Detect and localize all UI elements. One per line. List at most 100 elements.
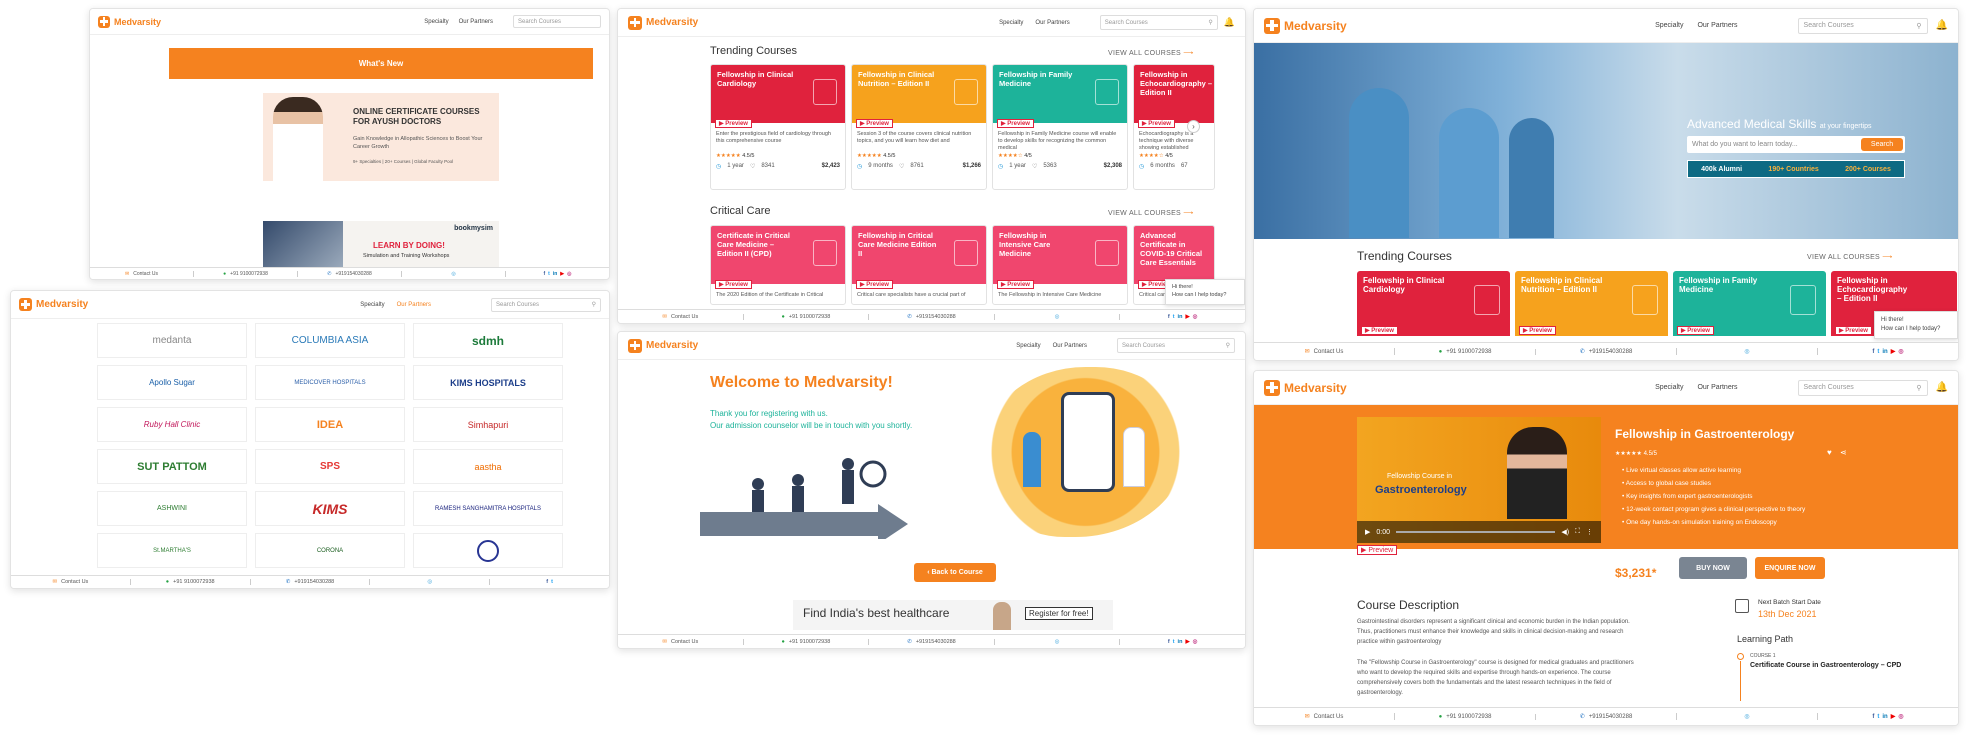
preview-badge[interactable]: ▶ Preview	[715, 119, 752, 128]
footer-contact[interactable]: ✉ Contact Us	[618, 638, 744, 645]
preview-badge[interactable]: ▶ Preview	[715, 280, 752, 289]
nav-partners[interactable]: Our Partners	[1035, 20, 1069, 26]
footer-whatsapp[interactable]: ● +91 9100072938	[744, 638, 870, 645]
partner-logo[interactable]: CORONA	[255, 533, 405, 568]
partner-logo[interactable]: KIMS	[255, 491, 405, 526]
footer-phone[interactable]: ✆ +919154030288	[869, 638, 995, 645]
twitter-icon[interactable]: t	[1877, 349, 1879, 355]
volume-icon[interactable]: ◀)	[1561, 528, 1569, 536]
course-card[interactable]: Fellowship in Clinical Cardiology ▶ Previ…	[1357, 271, 1510, 341]
search-icon[interactable]: ⚲	[1916, 22, 1921, 30]
search-input[interactable]: Search Courses	[513, 15, 601, 28]
partner-logo[interactable]: Simhapuri	[413, 407, 563, 442]
nav-specialty[interactable]: Specialty	[1655, 384, 1683, 391]
twitter-icon[interactable]: t	[1173, 314, 1175, 320]
search-icon[interactable]: ⚲	[1916, 384, 1921, 392]
logo[interactable]: Medvarsity	[98, 15, 161, 28]
hero-search-button[interactable]: Search	[1861, 138, 1903, 151]
logo[interactable]: Medvarsity	[628, 338, 698, 353]
logo[interactable]: Medvarsity	[19, 298, 88, 311]
search-input[interactable]: Search Courses ⚲	[1099, 15, 1218, 30]
course-card[interactable]: Fellowship in Intensive Care Medicine ▶ P…	[992, 225, 1128, 305]
view-all-trending[interactable]: VIEW ALL COURSES ⟶	[1108, 49, 1194, 57]
twitter-icon[interactable]: t	[551, 579, 553, 585]
footer-whatsapp[interactable]: ● +91 9100072938	[744, 313, 870, 320]
linkedin-icon[interactable]: in	[1178, 314, 1183, 320]
footer-contact[interactable]: ✉ Contact Us	[1254, 713, 1395, 720]
footer-contact[interactable]: ✉ Contact Us	[90, 270, 194, 277]
facebook-icon[interactable]: f	[1168, 314, 1170, 320]
footer-contact[interactable]: ✉ Contact Us	[11, 579, 131, 585]
logo[interactable]: Medvarsity	[1264, 379, 1347, 396]
youtube-icon[interactable]: ▶	[1891, 348, 1896, 355]
view-all-critical[interactable]: VIEW ALL COURSES ⟶	[1108, 209, 1194, 217]
footer-contact[interactable]: ✉ Contact Us	[1254, 348, 1395, 355]
nav-specialty[interactable]: Specialty	[360, 302, 384, 308]
facebook-icon[interactable]: f	[1872, 349, 1874, 355]
nav-specialty[interactable]: Specialty	[424, 19, 448, 25]
partner-logo[interactable]: aastha	[413, 449, 563, 484]
partner-logo[interactable]: SUT PATTOM	[97, 449, 247, 484]
back-to-course-button[interactable]: ‹ Back to Course	[914, 563, 996, 582]
hero-search[interactable]: What do you want to learn today... Searc…	[1687, 136, 1905, 153]
preview-badge[interactable]: ▶ Preview	[997, 280, 1034, 289]
nav-partners[interactable]: Our Partners	[1697, 22, 1737, 29]
preview-badge[interactable]: ▶ Preview	[1677, 326, 1714, 335]
partner-logo[interactable]: ASHWINI	[97, 491, 247, 526]
footer-phone[interactable]: ✆ +919154030288	[298, 270, 402, 277]
footer-whatsapp[interactable]: ● +91 9100072938	[1395, 713, 1536, 720]
nav-partners[interactable]: Our Partners	[459, 19, 493, 25]
linkedin-icon[interactable]: in	[553, 271, 557, 277]
logo[interactable]: Medvarsity	[1264, 17, 1347, 34]
footer-web[interactable]: ◎	[1677, 713, 1818, 720]
course-card[interactable]: Fellowship in Clinical Nutrition – Editi…	[1515, 271, 1668, 341]
enquire-now-button[interactable]: ENQUIRE NOW	[1755, 557, 1825, 579]
ayush-banner[interactable]: ONLINE CERTIFICATE COURSES FOR AYUSH DOC…	[263, 93, 499, 181]
partner-logo[interactable]: Ruby Hall Clinic	[97, 407, 247, 442]
bell-icon[interactable]: 🔔	[1936, 20, 1948, 31]
nav-specialty[interactable]: Specialty	[1016, 343, 1040, 349]
partner-logo[interactable]: COLUMBIA ASIA	[255, 323, 405, 358]
footer-web[interactable]: ◎	[402, 270, 506, 277]
partner-logo[interactable]: IDEA	[255, 407, 405, 442]
fullscreen-icon[interactable]: ⛶	[1575, 528, 1580, 536]
footer-web[interactable]: ◎	[995, 313, 1121, 320]
heart-icon[interactable]: ♥	[1827, 448, 1832, 457]
partner-logo[interactable]: Apollo Sugar	[97, 365, 247, 400]
instagram-icon[interactable]: ◎	[1898, 348, 1903, 355]
nav-partners[interactable]: Our Partners	[397, 302, 431, 308]
partner-logo[interactable]: SPS	[255, 449, 405, 484]
logo[interactable]: Medvarsity	[628, 15, 698, 30]
preview-badge[interactable]: ▶ Preview	[1361, 326, 1398, 335]
footer-phone[interactable]: ✆ +919154030288	[251, 579, 371, 585]
search-icon[interactable]: ⚲	[592, 301, 596, 308]
nav-specialty[interactable]: Specialty	[999, 20, 1023, 26]
course-video[interactable]: Fellowship Course in Gastroenterology ▶ 0…	[1357, 417, 1601, 543]
footer-phone[interactable]: ✆ +919154030288	[1536, 348, 1677, 355]
partner-logo[interactable]: St.MARTHA'S	[97, 533, 247, 568]
video-controls[interactable]: ▶ 0:00 ◀) ⛶ ⋮	[1357, 521, 1601, 543]
nav-partners[interactable]: Our Partners	[1053, 343, 1087, 349]
preview-badge[interactable]: ▶ Preview	[856, 280, 893, 289]
carousel-next-button[interactable]: ›	[1187, 120, 1200, 133]
footer-web[interactable]: ◎	[1677, 348, 1818, 355]
youtube-icon[interactable]: ▶	[1891, 713, 1896, 720]
course-card[interactable]: Fellowship in Echocardiography – Edition…	[1133, 64, 1215, 190]
footer-contact[interactable]: ✉ Contact Us	[618, 313, 744, 320]
instagram-icon[interactable]: ◎	[1193, 314, 1198, 320]
nav-specialty[interactable]: Specialty	[1655, 22, 1683, 29]
partner-logo[interactable]: medanta	[97, 323, 247, 358]
twitter-icon[interactable]: t	[1173, 639, 1175, 645]
course-card[interactable]: Fellowship in Family Medicine ▶ Preview F…	[992, 64, 1128, 190]
share-icon[interactable]: ⋖	[1840, 448, 1847, 457]
course-card[interactable]: Fellowship in Family Medicine ▶ Preview	[1673, 271, 1826, 341]
progress-bar[interactable]	[1396, 531, 1556, 533]
bell-icon[interactable]: 🔔	[1224, 17, 1235, 28]
course-card[interactable]: Fellowship in Clinical Nutrition – Editi…	[851, 64, 987, 190]
bell-icon[interactable]: 🔔	[1936, 382, 1948, 393]
course-card[interactable]: Certificate in Critical Care Medicine – …	[710, 225, 846, 305]
search-input[interactable]: Search Courses ⚲	[491, 297, 601, 312]
search-icon[interactable]: ⚲	[1208, 19, 1212, 26]
partner-logo[interactable]: KIMS HOSPITALS	[413, 365, 563, 400]
course-card[interactable]: Fellowship in Critical Care Medicine Edi…	[851, 225, 987, 305]
